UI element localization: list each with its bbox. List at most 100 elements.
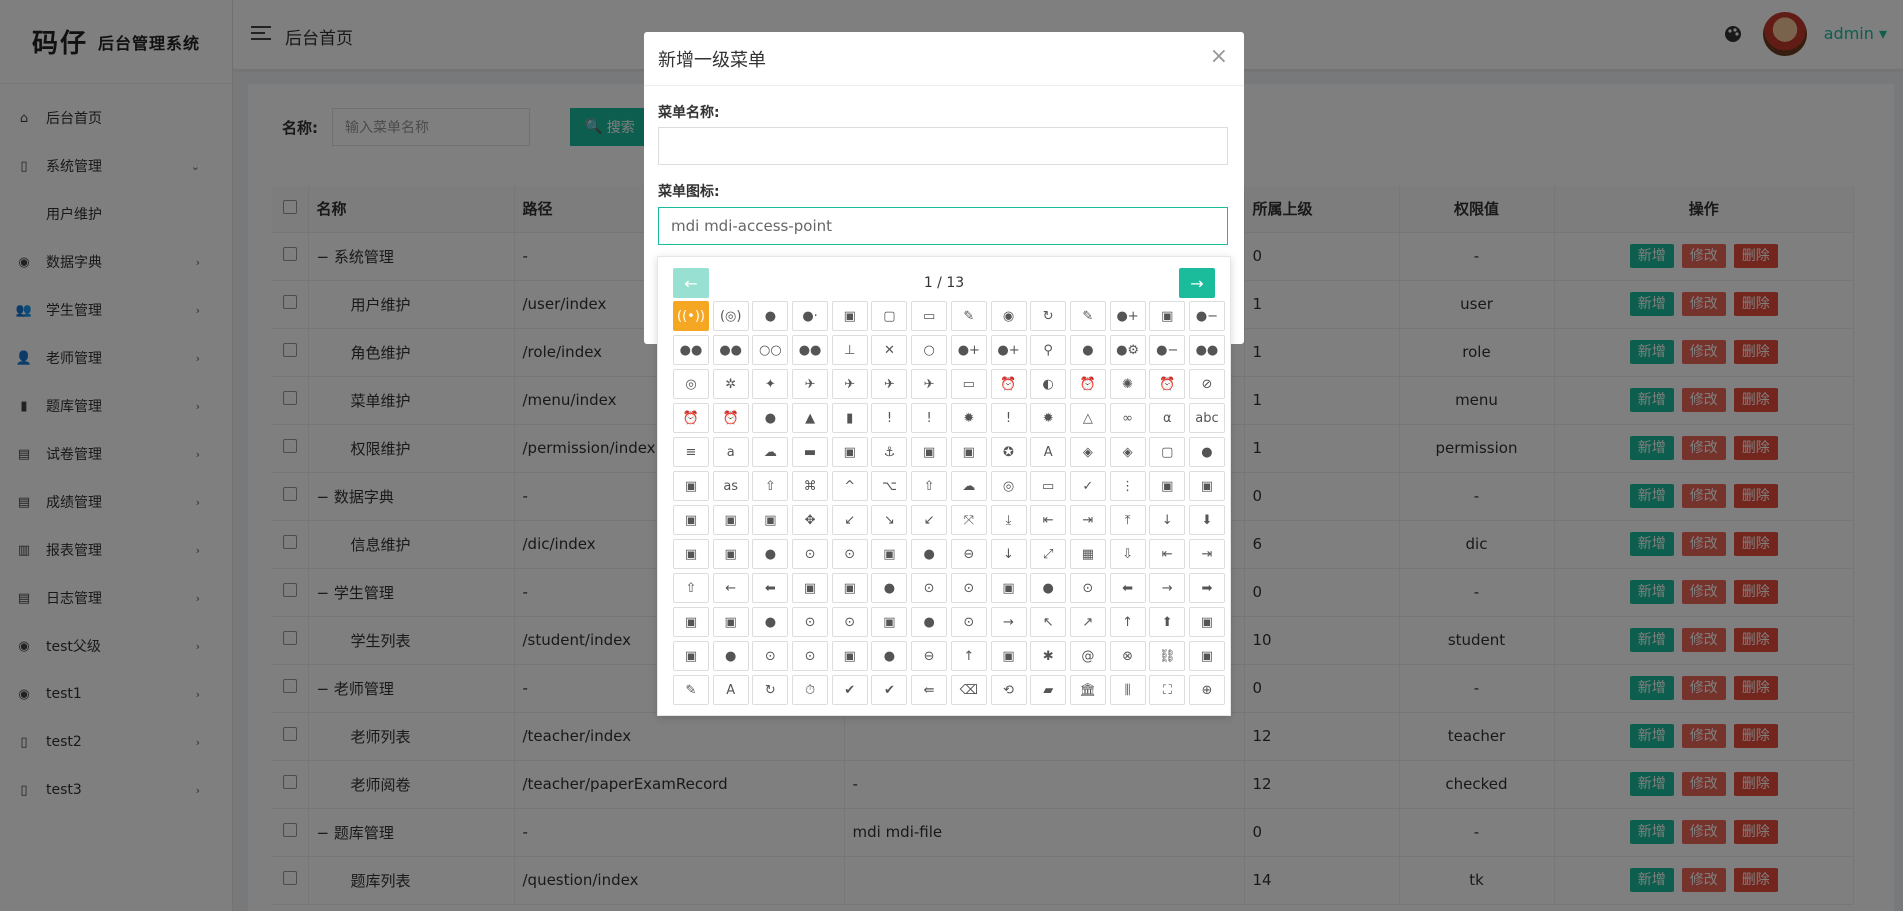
icon-option[interactable]: ⇧ bbox=[911, 471, 948, 501]
icon-option[interactable]: ✔ bbox=[871, 675, 908, 705]
icon-option[interactable]: ⌥ bbox=[871, 471, 908, 501]
icon-option[interactable]: ↙ bbox=[911, 505, 948, 535]
icon-option[interactable]: ⊖ bbox=[950, 539, 987, 569]
icon-option[interactable]: ⚓ bbox=[871, 437, 908, 467]
icon-option[interactable]: ▣ bbox=[1188, 607, 1225, 637]
icon-option[interactable]: ⇚ bbox=[911, 675, 948, 705]
icon-option[interactable]: ✎ bbox=[1069, 301, 1106, 331]
icon-option[interactable]: ⊖ bbox=[911, 641, 948, 671]
icon-option[interactable]: ☁ bbox=[752, 437, 789, 467]
icon-option[interactable]: ◈ bbox=[1069, 437, 1106, 467]
icon-option[interactable]: ○○ bbox=[752, 335, 789, 365]
icon-option[interactable]: ↻ bbox=[1030, 301, 1067, 331]
icon-option[interactable]: a bbox=[712, 437, 749, 467]
icon-option[interactable]: ● bbox=[752, 403, 789, 433]
icon-option[interactable]: ▣ bbox=[950, 437, 987, 467]
icon-option[interactable]: ● bbox=[752, 301, 789, 331]
icon-option[interactable]: ⊙ bbox=[792, 641, 829, 671]
icon-option[interactable]: ▣ bbox=[673, 641, 709, 671]
icon-option[interactable]: ▣ bbox=[673, 471, 709, 501]
icon-option[interactable]: ▣ bbox=[831, 641, 868, 671]
icon-option[interactable]: ⫼ bbox=[1109, 675, 1146, 705]
icon-option[interactable]: ▣ bbox=[712, 539, 749, 569]
icon-option[interactable]: ▣ bbox=[990, 641, 1027, 671]
icon-option[interactable]: ▣ bbox=[673, 539, 709, 569]
icon-option[interactable]: ⟲ bbox=[990, 675, 1027, 705]
icon-option[interactable]: α bbox=[1149, 403, 1186, 433]
icon-option[interactable]: (◎) bbox=[712, 301, 749, 331]
icon-option[interactable]: ⊙ bbox=[911, 573, 948, 603]
icon-option[interactable]: ✓ bbox=[1069, 471, 1106, 501]
icon-option[interactable]: ⊙ bbox=[950, 607, 987, 637]
icon-option[interactable]: ▣ bbox=[712, 607, 749, 637]
icon-option[interactable]: ▣ bbox=[1188, 471, 1225, 501]
icon-option[interactable]: ●● bbox=[792, 335, 829, 365]
icon-option[interactable]: ◎ bbox=[673, 369, 709, 399]
icon-option[interactable]: ((•)) bbox=[673, 301, 709, 331]
icon-option[interactable]: ∞ bbox=[1109, 403, 1146, 433]
icon-option[interactable]: ⌫ bbox=[950, 675, 987, 705]
icon-option[interactable]: ✲ bbox=[712, 369, 749, 399]
icon-option[interactable]: ▣ bbox=[752, 505, 789, 535]
icon-option[interactable]: ▰ bbox=[1030, 675, 1067, 705]
icon-option[interactable]: ⛓ bbox=[1149, 641, 1186, 671]
icon-option[interactable]: ● bbox=[752, 539, 789, 569]
icon-option[interactable]: ● bbox=[752, 607, 789, 637]
icon-option[interactable]: ⇤ bbox=[1030, 505, 1067, 535]
icon-option[interactable]: ▣ bbox=[990, 573, 1027, 603]
icon-option[interactable]: ⤒ bbox=[1109, 505, 1146, 535]
icon-option[interactable]: ▮ bbox=[831, 403, 868, 433]
icon-option[interactable]: ● bbox=[911, 539, 948, 569]
icon-option[interactable]: ⬇ bbox=[1188, 505, 1225, 535]
icon-option[interactable]: ●− bbox=[1149, 335, 1186, 365]
icon-option[interactable]: ⬆ bbox=[1149, 607, 1186, 637]
icon-option[interactable]: A bbox=[1030, 437, 1067, 467]
icon-option[interactable]: @ bbox=[1069, 641, 1106, 671]
icon-option[interactable]: ↖ bbox=[1030, 607, 1067, 637]
icon-option[interactable]: ⏰ bbox=[1069, 369, 1106, 399]
icon-option[interactable]: ➡ bbox=[1188, 573, 1225, 603]
icon-option[interactable]: ●+ bbox=[990, 335, 1027, 365]
icon-option[interactable]: ▣ bbox=[871, 539, 908, 569]
icon-option[interactable]: ▢ bbox=[871, 301, 908, 331]
icon-option[interactable]: ☁ bbox=[950, 471, 987, 501]
icon-option[interactable]: ▬ bbox=[792, 437, 829, 467]
icon-option[interactable]: ↗ bbox=[1069, 607, 1106, 637]
icon-option[interactable]: ! bbox=[990, 403, 1027, 433]
icon-option[interactable]: ● bbox=[871, 573, 908, 603]
icon-option[interactable]: A bbox=[712, 675, 749, 705]
close-icon[interactable]: × bbox=[1210, 44, 1228, 69]
icon-option[interactable]: ▲ bbox=[792, 403, 829, 433]
icon-option[interactable]: → bbox=[1149, 573, 1186, 603]
icon-option[interactable]: ● bbox=[1188, 437, 1225, 467]
icon-option[interactable]: ⚲ bbox=[1030, 335, 1067, 365]
icon-option[interactable]: ⊙ bbox=[792, 539, 829, 569]
icon-option[interactable]: ● bbox=[871, 641, 908, 671]
icon-option[interactable]: ↓ bbox=[990, 539, 1027, 569]
icon-option[interactable]: 🏛 bbox=[1069, 675, 1106, 705]
icon-option[interactable]: ↓ bbox=[1149, 505, 1186, 535]
icon-option[interactable]: ▣ bbox=[911, 437, 948, 467]
icon-option[interactable]: ✪ bbox=[990, 437, 1027, 467]
icon-option[interactable]: ⇧ bbox=[752, 471, 789, 501]
icon-option[interactable]: ↙ bbox=[831, 505, 868, 535]
icon-option[interactable]: ↘ bbox=[871, 505, 908, 535]
icon-option[interactable]: ● bbox=[1030, 573, 1067, 603]
icon-option[interactable]: ↻ bbox=[752, 675, 789, 705]
icon-option[interactable]: ▣ bbox=[831, 437, 868, 467]
icon-option[interactable]: ⇧ bbox=[673, 573, 709, 603]
icon-option[interactable]: ✕ bbox=[871, 335, 908, 365]
icon-option[interactable]: ▣ bbox=[871, 607, 908, 637]
icon-option[interactable]: ▣ bbox=[1149, 471, 1186, 501]
icon-option[interactable]: ▢ bbox=[1149, 437, 1186, 467]
icon-option[interactable]: ✱ bbox=[1030, 641, 1067, 671]
icon-option[interactable]: ●⚙ bbox=[1109, 335, 1146, 365]
icon-option[interactable]: ●● bbox=[712, 335, 749, 365]
icon-option[interactable]: ▣ bbox=[1149, 301, 1186, 331]
icon-option[interactable]: ✈ bbox=[871, 369, 908, 399]
icon-option[interactable]: ●− bbox=[1188, 301, 1225, 331]
icon-option[interactable]: ◈ bbox=[1109, 437, 1146, 467]
icon-option[interactable]: ⊘ bbox=[1188, 369, 1225, 399]
icon-option[interactable]: ○ bbox=[911, 335, 948, 365]
icon-option[interactable]: ⊙ bbox=[950, 573, 987, 603]
